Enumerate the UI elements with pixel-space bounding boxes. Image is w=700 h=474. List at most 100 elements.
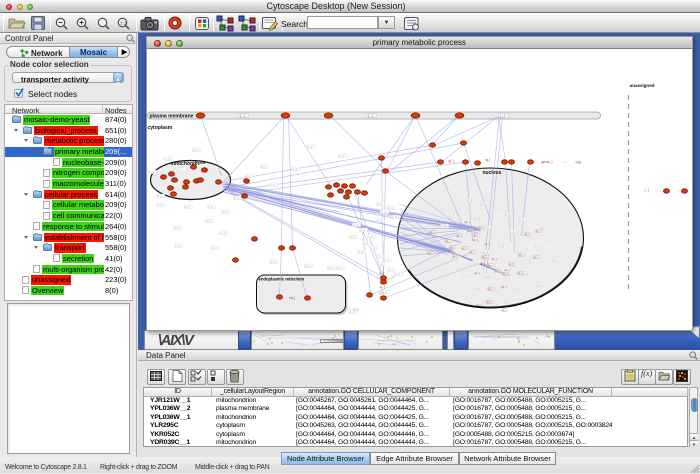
svg-text:(...): (...) [449, 214, 453, 218]
svg-text:(...): (...) [307, 145, 311, 149]
svg-text:(...): (...) [495, 206, 499, 210]
svg-text:(...): (...) [485, 274, 489, 278]
svg-text:(a.): (a.) [473, 233, 477, 237]
svg-text:(...): (...) [350, 235, 354, 239]
svg-text:(...): (...) [499, 244, 503, 248]
svg-text:(...): (...) [353, 223, 357, 227]
svg-text:1:1: 1:1 [120, 21, 127, 26]
svg-text:(a..): (a..) [464, 220, 469, 224]
svg-text:(a..): (a..) [504, 268, 509, 272]
svg-text:c(.): c(.) [576, 160, 581, 164]
svg-text:(...): (...) [505, 300, 509, 304]
svg-text:(...): (...) [495, 288, 499, 292]
svg-text:(...): (...) [441, 207, 445, 211]
svg-text:(...): (...) [388, 268, 392, 272]
svg-text:(a.): (a.) [478, 226, 482, 230]
svg-text:(a..): (a..) [501, 285, 506, 289]
svg-text:a(.): a(.) [485, 158, 490, 162]
svg-text:(...): (...) [240, 114, 245, 118]
svg-text:nucleus: nucleus [482, 170, 501, 176]
svg-text:(...): (...) [234, 196, 238, 200]
svg-text:(a..): (a..) [491, 257, 496, 261]
svg-text:(...): (...) [261, 165, 265, 169]
svg-text:(a.): (a.) [533, 255, 537, 259]
svg-text:(...): (...) [388, 206, 392, 210]
svg-text:(...): (...) [246, 174, 250, 178]
svg-text:(a.): (a.) [486, 300, 490, 304]
svg-text:(...): (...) [358, 250, 362, 254]
svg-text:(a..): (a..) [474, 271, 479, 275]
svg-text:(a.): (a.) [449, 245, 453, 249]
svg-text:(a.): (a.) [461, 246, 465, 250]
svg-text:(a.): (a.) [467, 228, 471, 232]
svg-text:(...): (...) [378, 262, 382, 266]
svg-text:(a.): (a.) [518, 253, 522, 257]
svg-text:(...): (...) [174, 226, 178, 230]
svg-text:(...): (...) [220, 231, 224, 235]
svg-text:(...): (...) [208, 205, 212, 209]
svg-text:(a.): (a.) [524, 232, 528, 236]
svg-text:(...): (...) [193, 148, 197, 152]
svg-text:(...): (...) [376, 254, 380, 258]
svg-text:(...): (...) [157, 203, 161, 207]
svg-text:(a..): (a..) [484, 242, 489, 246]
svg-text:(a.): (a.) [517, 271, 521, 275]
svg-text:(...): (...) [270, 183, 274, 187]
svg-text:(a.): (a.) [445, 239, 449, 243]
svg-text:(...): (...) [370, 246, 374, 250]
svg-text:(...): (...) [473, 260, 477, 264]
svg-text:(a.): (a.) [427, 251, 431, 255]
svg-text:(...): (...) [644, 188, 649, 192]
svg-text:(...): (...) [392, 215, 396, 219]
svg-text:(...): (...) [353, 307, 358, 311]
svg-text:(...): (...) [519, 218, 523, 222]
svg-text:(...): (...) [206, 219, 210, 223]
svg-text:(a.): (a.) [501, 308, 505, 312]
svg-text:(...): (...) [222, 210, 226, 214]
svg-text:(..): (..) [379, 291, 383, 295]
svg-text:(...): (...) [441, 224, 445, 228]
svg-text:(a..): (a..) [472, 238, 477, 242]
svg-text:(...): (...) [292, 167, 296, 171]
svg-text:(a.): (a.) [429, 230, 433, 234]
svg-text:(a.): (a.) [452, 254, 456, 258]
svg-text:(...): (...) [384, 258, 388, 262]
svg-text:(a.): (a.) [494, 269, 498, 273]
svg-text:plasma membrane: plasma membrane [149, 113, 193, 119]
svg-text:(...): (...) [505, 276, 509, 280]
svg-text:cytoplasm: cytoplasm [147, 125, 172, 131]
svg-text:(a.): (a.) [487, 287, 491, 291]
svg-text:(...): (...) [487, 226, 491, 230]
svg-text:(a..): (a..) [476, 303, 481, 307]
svg-text:(...): (...) [381, 210, 385, 214]
svg-text:(...): (...) [377, 219, 381, 223]
svg-text:(...): (...) [505, 212, 509, 216]
svg-text:(a.): (a.) [508, 262, 512, 266]
svg-text:(a..): (a..) [479, 262, 484, 266]
svg-text:(a.): (a.) [535, 229, 539, 233]
svg-text:unassigned: unassigned [629, 83, 654, 88]
svg-text:(...): (...) [513, 286, 517, 290]
svg-text:(...): (...) [562, 160, 567, 164]
svg-text:(...): (...) [475, 216, 479, 220]
svg-text:(...): (...) [178, 168, 182, 172]
svg-text:(a.): (a.) [502, 272, 506, 276]
svg-text:(..): (..) [379, 271, 383, 275]
svg-text:(...): (...) [537, 283, 541, 287]
svg-text:(...): (...) [463, 272, 467, 276]
svg-text:(...): (...) [509, 230, 513, 234]
svg-text:(...): (...) [467, 198, 471, 202]
svg-text:(...): (...) [185, 205, 189, 209]
svg-text:c(..): c(..) [379, 285, 385, 289]
svg-text:(...): (...) [542, 226, 546, 230]
svg-text:(...): (...) [337, 266, 341, 270]
svg-text:(a.): (a.) [469, 250, 473, 254]
svg-text:(...): (...) [157, 194, 161, 198]
svg-text:(...): (...) [395, 272, 399, 276]
svg-text:(...): (...) [368, 114, 373, 118]
svg-text:(...): (...) [212, 246, 216, 250]
svg-text:(a.): (a.) [481, 255, 485, 259]
svg-text:(...): (...) [305, 264, 309, 268]
svg-text:(...): (...) [164, 157, 168, 161]
svg-text:(...): (...) [553, 258, 557, 262]
